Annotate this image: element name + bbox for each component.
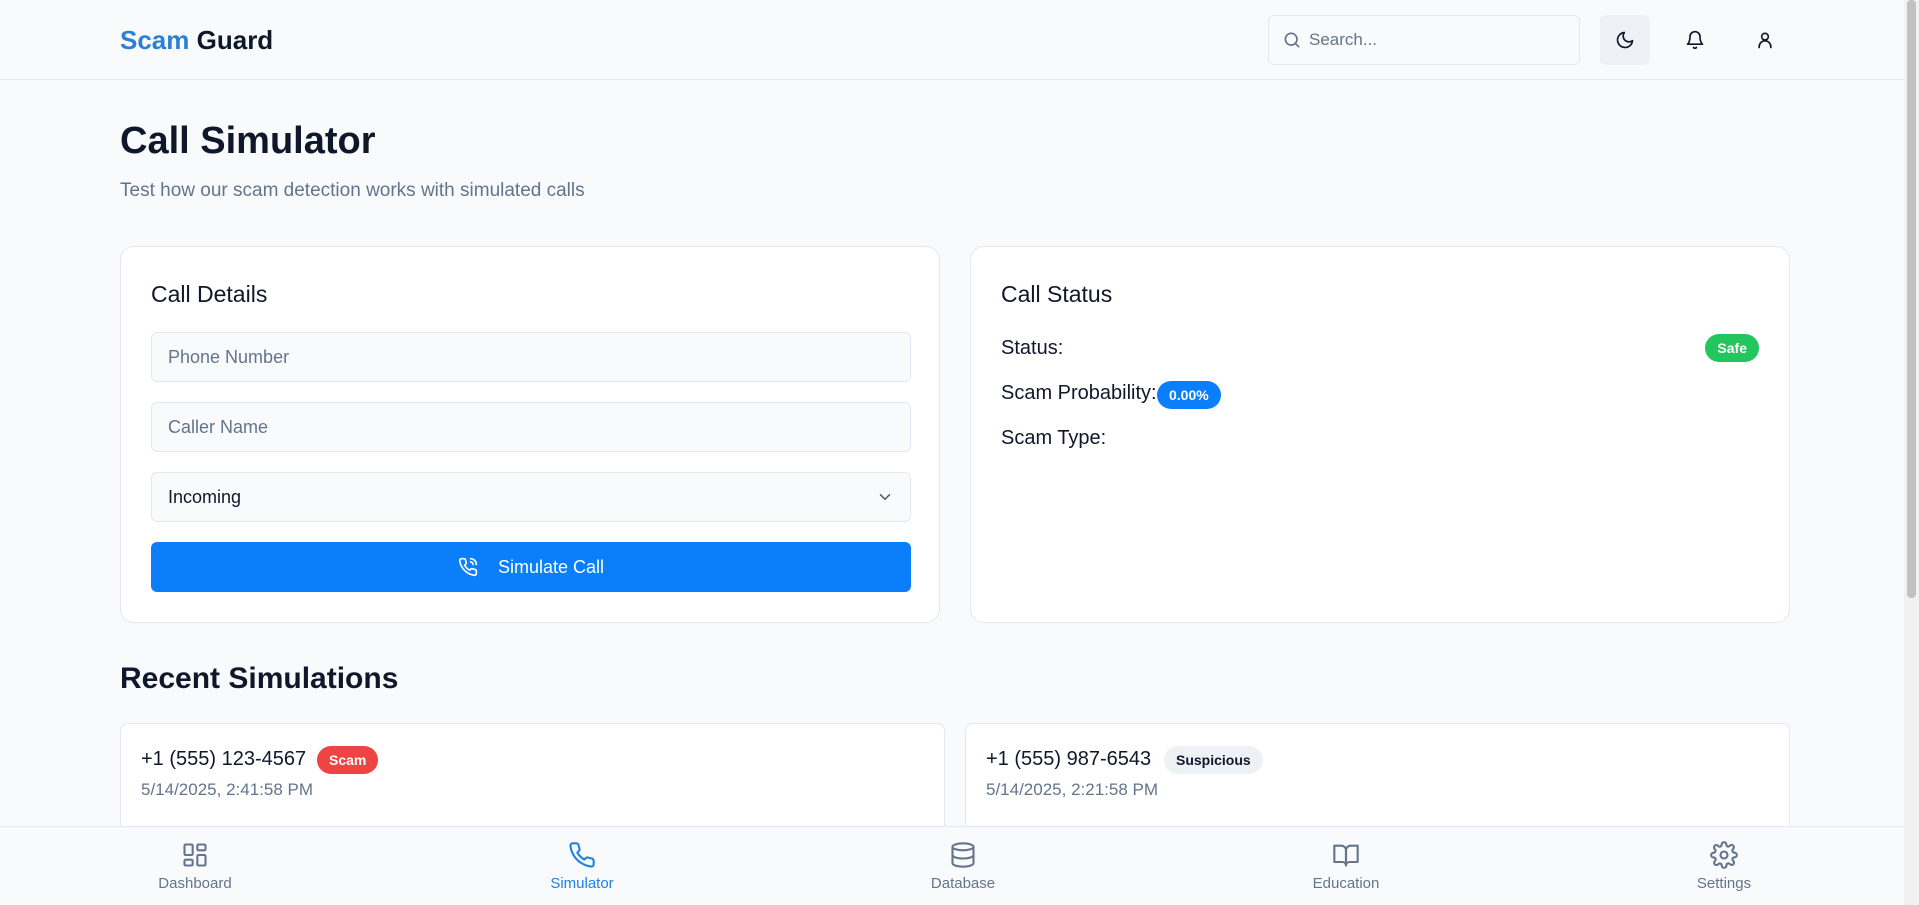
scam-probability-label: Scam Probability: — [1001, 382, 1157, 404]
notifications-button[interactable] — [1670, 15, 1720, 65]
page-title: Call Simulator — [120, 120, 376, 162]
brand-logo[interactable]: Scam Guard — [120, 25, 273, 56]
caller-name-input[interactable] — [152, 403, 910, 451]
chevron-down-icon — [879, 494, 891, 500]
book-icon — [1333, 844, 1359, 867]
simulate-call-button[interactable]: Simulate Call — [151, 542, 911, 592]
call-details-card: Call Details Incoming Simulate Call — [120, 246, 940, 623]
simulation-badge: Suspicious — [1164, 746, 1263, 774]
user-icon — [1758, 32, 1772, 49]
bell-icon — [1686, 30, 1704, 50]
gear-icon — [1710, 841, 1738, 869]
simulation-phone: +1 (555) 123-4567 — [141, 748, 307, 770]
theme-toggle-button[interactable] — [1600, 15, 1650, 65]
call-direction-value: Incoming — [168, 486, 242, 507]
simulation-time: 5/14/2025, 2:21:58 PM — [986, 780, 1159, 799]
caller-name-field[interactable] — [151, 402, 911, 452]
search-input[interactable] — [1309, 16, 1569, 64]
call-direction-select[interactable]: Incoming — [151, 472, 911, 522]
grid-icon — [183, 843, 207, 867]
scam-probability-badge: 0.00% — [1157, 381, 1221, 409]
simulate-call-label: Simulate Call — [497, 556, 605, 577]
nav-label-dashboard: Dashboard — [158, 875, 232, 892]
nav-label-settings: Settings — [1696, 875, 1752, 892]
nav-item-education[interactable]: Education — [1276, 841, 1416, 892]
page-subtitle: Test how our scam detection works with s… — [120, 180, 585, 201]
nav-label-database: Database — [930, 875, 996, 892]
phone-number-field[interactable] — [151, 332, 911, 382]
nav-label-education: Education — [1312, 875, 1380, 892]
nav-item-settings[interactable]: Settings — [1654, 841, 1794, 892]
nav-item-database[interactable]: Database — [893, 841, 1033, 892]
brand-part-scam: Scam — [120, 25, 190, 55]
search-icon — [1284, 32, 1300, 48]
call-status-card: Call Status Status: Safe Scam Probabilit… — [970, 246, 1790, 623]
nav-label-simulator: Simulator — [550, 875, 614, 892]
search-box[interactable] — [1268, 15, 1580, 65]
phone-number-input[interactable] — [152, 333, 910, 381]
scam-type-label: Scam Type: — [1001, 427, 1107, 449]
recent-simulations-title: Recent Simulations — [120, 662, 399, 695]
user-menu-button[interactable] — [1740, 15, 1790, 65]
status-label: Status: — [1001, 337, 1064, 359]
nav-item-simulator[interactable]: Simulator — [512, 841, 652, 892]
brand-part-guard: Guard — [196, 25, 274, 55]
simulation-badge: Scam — [317, 746, 379, 774]
nav-item-dashboard[interactable]: Dashboard — [125, 841, 265, 892]
call-status-title: Call Status — [1001, 281, 1113, 307]
call-details-title: Call Details — [151, 281, 268, 307]
page: Scam Guard Call Simulator Test how ou — [0, 0, 1919, 905]
phone-call-icon — [458, 557, 478, 577]
database-icon — [951, 842, 975, 868]
simulation-time: 5/14/2025, 2:41:58 PM — [141, 780, 314, 799]
top-header: Scam Guard — [0, 0, 1919, 80]
phone-icon — [569, 842, 595, 868]
status-badge: Safe — [1705, 334, 1759, 362]
bottom-navigation: Dashboard Simulator Database Education S… — [0, 826, 1919, 905]
simulation-phone: +1 (555) 987-6543 — [986, 748, 1152, 770]
scrollbar-thumb[interactable] — [1907, 0, 1916, 598]
moon-icon — [1616, 31, 1634, 49]
